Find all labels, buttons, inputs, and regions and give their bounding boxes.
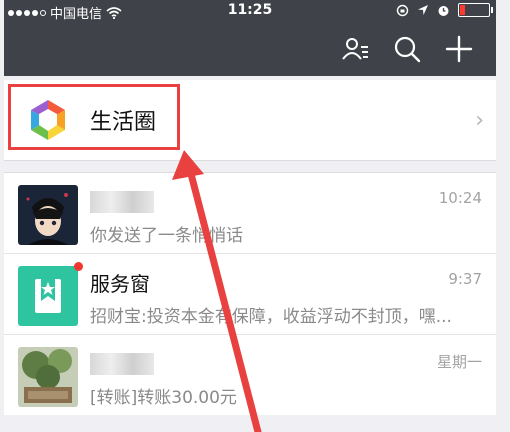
- conversation-name-redacted: [90, 353, 154, 375]
- conversation-message: [转账]转账30.00元: [90, 388, 237, 408]
- conversation-row[interactable]: 服务窗 9:37 招财宝:投资本金有保障，收益浮动不封顶，嘿...: [4, 254, 496, 335]
- contacts-icon[interactable]: [340, 34, 370, 64]
- status-bar: 中国电信 11:25: [4, 0, 496, 22]
- conversation-row[interactable]: 10:24 你发送了一条悄悄话: [4, 173, 496, 254]
- conversation-list: 10:24 你发送了一条悄悄话 服务窗 9:37 招财宝:投资本金有保障，收益浮…: [4, 172, 496, 415]
- plant-photo-avatar: [18, 347, 78, 407]
- conversation-name: 服务窗: [90, 272, 150, 296]
- rotation-lock-icon: [396, 4, 409, 16]
- nav-actions: [340, 34, 474, 64]
- service-window-icon: [18, 266, 78, 326]
- conversation-name-redacted: [90, 191, 154, 213]
- anime-avatar: [18, 185, 78, 245]
- nav-bar: [4, 22, 496, 76]
- search-icon[interactable]: [392, 34, 422, 64]
- conversation-time: 9:37: [448, 270, 482, 288]
- life-circle-icon: [31, 100, 65, 140]
- unread-dot: [74, 262, 83, 271]
- conversation-time: 10:24: [438, 189, 482, 207]
- add-icon[interactable]: [444, 34, 474, 64]
- chevron-right-icon: ›: [475, 108, 484, 133]
- conversation-message: 你发送了一条悄悄话: [90, 226, 243, 246]
- alarm-icon: [438, 5, 449, 16]
- app-screen: 中国电信 11:25 生活圈 › 10:24 你发送了一条悄悄话 服务窗 9:3…: [4, 0, 496, 432]
- location-icon: [418, 5, 428, 15]
- life-circle-entry[interactable]: 生活圈 ›: [4, 80, 496, 161]
- conversation-time: 星期一: [436, 353, 482, 371]
- life-circle-label: 生活圈: [90, 110, 157, 135]
- conversation-message: 招财宝:投资本金有保障，收益浮动不封顶，嘿...: [90, 307, 452, 327]
- battery-icon: [458, 3, 493, 17]
- conversation-row[interactable]: 星期一 [转账]转账30.00元: [4, 335, 496, 415]
- status-indicators: [396, 3, 493, 17]
